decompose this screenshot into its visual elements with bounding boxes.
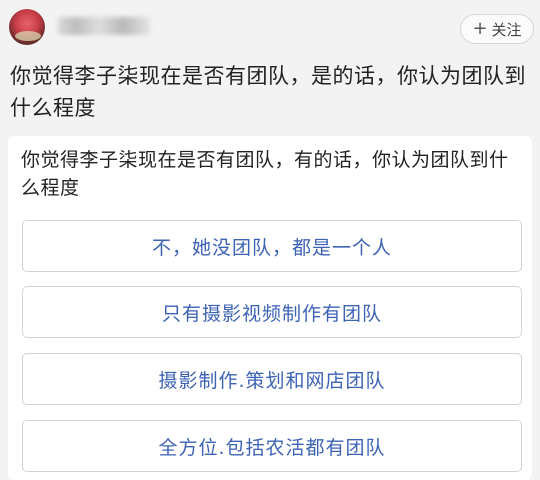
poll-card: 你觉得李子柒现在是否有团队，有的话，你认为团队到什么程度 不，她没团队，都是一个… <box>8 136 532 480</box>
poll-question: 你觉得李子柒现在是否有团队，有的话，你认为团队到什么程度 <box>21 149 509 199</box>
username-blurred[interactable] <box>58 17 150 35</box>
poll-option[interactable]: 全方位.包括农活都有团队 <box>22 420 522 472</box>
poll-option[interactable]: 只有摄影视频制作有团队 <box>22 286 522 338</box>
follow-button[interactable]: + 关注 <box>460 14 534 44</box>
poll-option[interactable]: 不，她没团队，都是一个人 <box>22 220 522 272</box>
question-title[interactable]: 你觉得李子柒现在是否有团队，是的话，你认为团队到什么程度 <box>10 60 530 124</box>
poll-option[interactable]: 摄影制作.策划和网店团队 <box>22 353 522 405</box>
avatar[interactable] <box>9 9 45 45</box>
plus-icon: + <box>472 18 488 39</box>
post-header: + 关注 <box>0 0 540 60</box>
follow-label: 关注 <box>491 20 522 39</box>
